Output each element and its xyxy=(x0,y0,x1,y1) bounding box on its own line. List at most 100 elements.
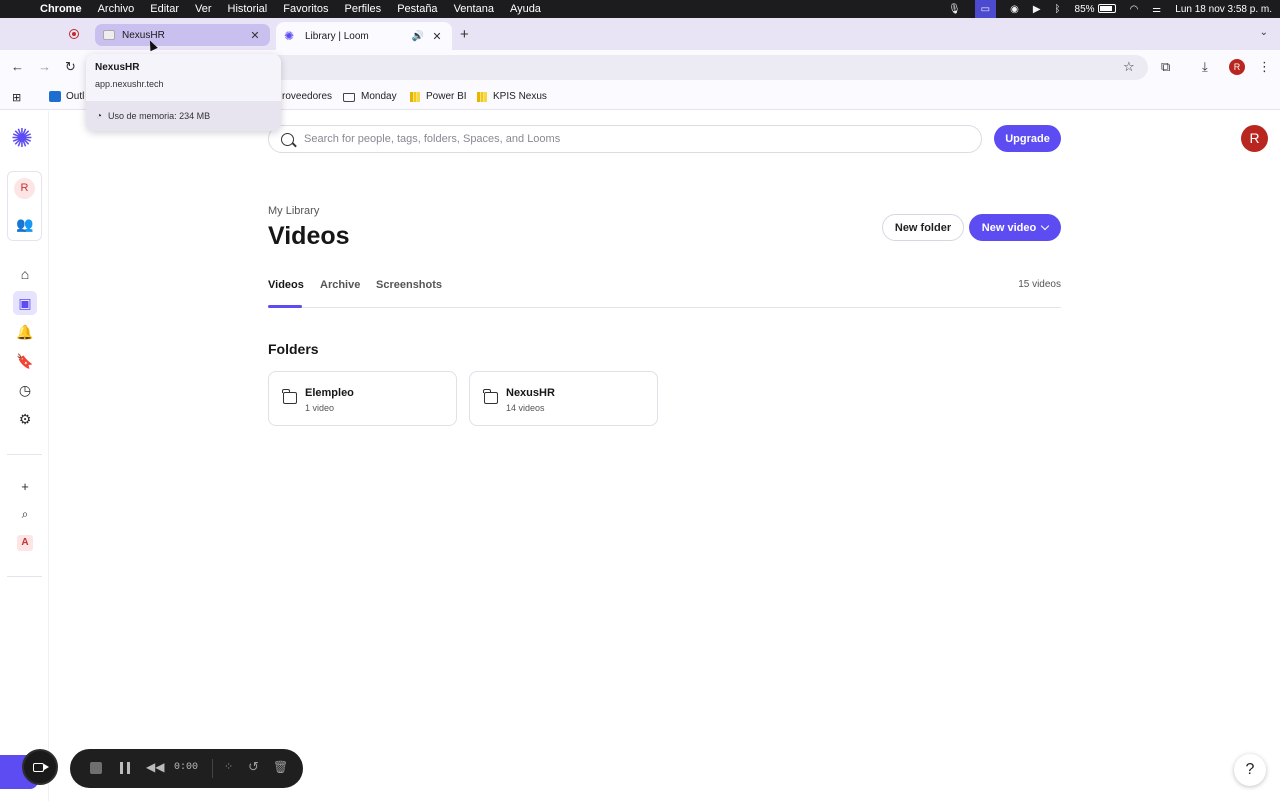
menu-historial[interactable]: Historial xyxy=(228,3,268,15)
profile-avatar[interactable]: R xyxy=(1229,59,1245,75)
new-video-button[interactable]: New video xyxy=(969,214,1061,241)
speaker-icon[interactable]: 🔊 xyxy=(412,31,424,42)
hover-card-title: NexusHR xyxy=(95,62,140,73)
battery-status[interactable]: 85% xyxy=(1075,4,1116,15)
folder-card-elempleo[interactable]: Elempleo 1 video xyxy=(268,371,457,426)
home-icon[interactable]: ⌂ xyxy=(15,264,35,284)
page-title: Videos xyxy=(268,222,350,250)
menu-app-chrome[interactable]: Chrome xyxy=(40,3,82,15)
restart-icon[interactable]: ↺ xyxy=(248,759,259,775)
loom-sidebar: ✺ R 👥 ⌂ ▣ 🔔 🔖 ◷ ⚙ + ⌕ A xyxy=(0,111,49,801)
folders-heading: Folders xyxy=(268,341,319,357)
bookmark-outlook[interactable]: Outl xyxy=(49,91,84,102)
tab-strip: NexusHR ✕ ✺ Library | Loom 🔊 ✕ + ⌄ xyxy=(0,18,1280,50)
menu-ayuda[interactable]: Ayuda xyxy=(510,3,541,15)
outlook-icon xyxy=(49,91,61,102)
hover-card-memory: ◔ Uso de memoria: 234 MB xyxy=(86,101,281,131)
bookmark-power-bi[interactable]: Power BI xyxy=(410,91,467,102)
folder-name: Elempleo xyxy=(305,387,354,399)
people-icon[interactable]: 👥 xyxy=(15,214,35,234)
search-input[interactable] xyxy=(304,133,964,145)
battery-icon xyxy=(1097,4,1116,14)
close-tab-icon[interactable]: ✕ xyxy=(248,29,262,42)
tab-nexushr[interactable]: NexusHR ✕ xyxy=(95,24,270,46)
search-bar[interactable] xyxy=(268,125,982,153)
menu-ventana[interactable]: Ventana xyxy=(454,3,494,15)
new-folder-button[interactable]: New folder xyxy=(882,214,964,241)
menu-perfiles[interactable]: Perfiles xyxy=(345,3,382,15)
tab-title: NexusHR xyxy=(122,29,165,41)
close-tab-icon[interactable]: ✕ xyxy=(430,30,444,43)
folder-count: 1 video xyxy=(305,403,335,413)
tab-title: Library | Loom xyxy=(305,30,369,42)
forward-arrow-icon[interactable]: → xyxy=(38,59,51,74)
menu-favoritos[interactable]: Favoritos xyxy=(283,3,328,15)
recording-time: 0:00 xyxy=(174,762,199,773)
history-clock-icon[interactable]: ◷ xyxy=(15,380,35,400)
video-count: 15 videos xyxy=(1018,279,1061,290)
menu-ver[interactable]: Ver xyxy=(195,3,212,15)
upgrade-button[interactable]: Upgrade xyxy=(994,125,1061,152)
clock[interactable]: Lun 18 nov 3:58 p. m. xyxy=(1175,4,1272,15)
help-button[interactable]: ? xyxy=(1234,754,1266,786)
reload-icon[interactable]: ↻ xyxy=(65,59,76,75)
camera-toggle-button[interactable] xyxy=(22,749,58,785)
bookmark-star-icon[interactable]: ☆ xyxy=(1123,59,1135,75)
tab-screenshots[interactable]: Screenshots xyxy=(376,279,442,291)
pause-icon[interactable] xyxy=(120,762,130,774)
play-icon[interactable]: ▶ xyxy=(1033,4,1041,15)
bookmark-icon[interactable]: 🔖 xyxy=(15,351,35,371)
wifi-icon[interactable]: ◠ xyxy=(1130,4,1139,15)
folder-icon xyxy=(343,93,355,102)
screen-share-icon[interactable]: ▭ xyxy=(974,0,997,18)
control-center-icon[interactable]: ⚌ xyxy=(1152,4,1161,15)
bluetooth-icon[interactable]: ᛒ xyxy=(1055,4,1061,15)
notifications-bell-icon[interactable]: 🔔 xyxy=(15,322,35,342)
account-icon[interactable]: ◉ xyxy=(1010,4,1019,15)
menu-archivo[interactable]: Archivo xyxy=(98,3,135,15)
stop-icon[interactable] xyxy=(90,762,102,774)
folder-icon xyxy=(483,389,498,404)
menu-editar[interactable]: Editar xyxy=(150,3,179,15)
bookmark-kpis-nexus[interactable]: KPIS Nexus xyxy=(477,91,547,102)
recording-indicator-icon xyxy=(69,29,79,39)
chevron-down-icon xyxy=(1040,221,1050,231)
workspace-avatar[interactable]: R xyxy=(14,178,35,199)
tabs-divider xyxy=(268,307,1061,308)
tab-videos[interactable]: Videos xyxy=(268,279,304,291)
trash-icon[interactable]: 🗑 xyxy=(273,760,288,774)
bookmark-proveedores[interactable]: roveedores xyxy=(282,91,332,102)
folder-card-nexushr[interactable]: NexusHR 14 videos xyxy=(469,371,658,426)
search-icon[interactable]: ⌕ xyxy=(15,504,35,524)
workspace-a-badge[interactable]: A xyxy=(17,535,33,551)
user-avatar[interactable]: R xyxy=(1241,125,1268,152)
tab-loom-library[interactable]: ✺ Library | Loom 🔊 ✕ xyxy=(276,22,452,50)
apps-grid-icon[interactable]: ⊞ xyxy=(12,91,26,104)
bookmark-monday[interactable]: Monday xyxy=(343,91,397,102)
new-tab-plus-icon[interactable]: + xyxy=(460,26,469,43)
tab-archive[interactable]: Archive xyxy=(320,279,360,291)
menu-pestana[interactable]: Pestaña xyxy=(397,3,437,15)
recorder-divider xyxy=(212,759,213,778)
tab-search-chevron-icon[interactable]: ⌄ xyxy=(1260,27,1268,38)
folder-count: 14 videos xyxy=(506,403,545,413)
library-icon[interactable]: ▣ xyxy=(13,291,37,315)
back-arrow-icon[interactable]: ← xyxy=(11,59,24,74)
extensions-icon[interactable]: ⧉ xyxy=(1161,59,1170,75)
add-plus-icon[interactable]: + xyxy=(15,477,35,497)
breadcrumb[interactable]: My Library xyxy=(268,205,319,217)
loom-logo-icon[interactable]: ✺ xyxy=(11,125,33,151)
video-camera-icon xyxy=(33,763,44,772)
rail-divider xyxy=(7,576,42,577)
folder-icon xyxy=(282,389,297,404)
power-bi-icon xyxy=(477,91,487,102)
loom-favicon-icon: ✺ xyxy=(284,29,295,43)
settings-gear-icon[interactable]: ⚙ xyxy=(15,409,35,429)
microphone-icon[interactable]: 🎙 xyxy=(948,4,961,15)
download-icon[interactable]: ⤓ xyxy=(1202,59,1208,75)
power-bi-icon xyxy=(410,91,420,102)
drawing-tools-icon[interactable]: ⁘ xyxy=(224,760,233,773)
tab-hover-card: NexusHR app.nexushr.tech ◔ Uso de memori… xyxy=(86,54,281,131)
more-menu-icon[interactable]: ⋮ xyxy=(1258,59,1271,75)
rewind-icon[interactable]: ◀◀ xyxy=(146,760,164,774)
